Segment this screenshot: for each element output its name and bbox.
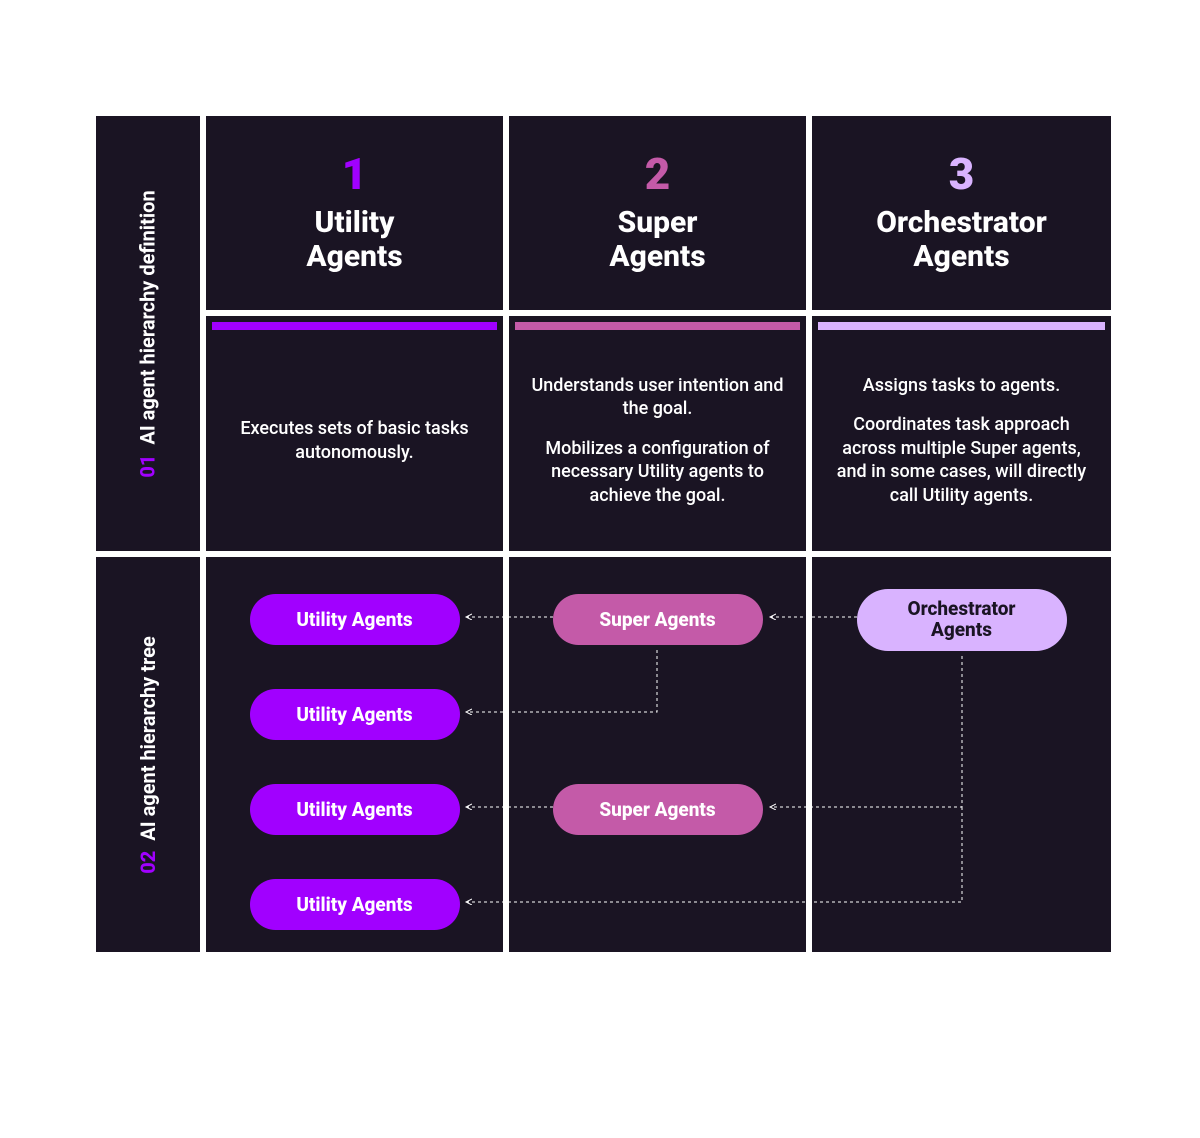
desc-text-2a: Understands user intention and the goal. [531, 374, 784, 421]
section-number-01: 01 [136, 454, 160, 477]
accent-bar-3 [818, 322, 1105, 330]
accent-bar-1 [212, 322, 497, 330]
desc-text-3b: Coordinates task approach across multipl… [834, 413, 1089, 507]
diagram-canvas: 01 AI agent hierarchy definition 1 Utili… [0, 0, 1200, 1138]
col-number-3: 3 [949, 152, 975, 196]
header-col-2: 2 Super Agents [506, 113, 809, 313]
col-number-2: 2 [645, 152, 671, 196]
col-number-1: 1 [342, 152, 368, 196]
desc-col-2: Understands user intention and the goal.… [506, 313, 809, 554]
section-label-01: AI agent hierarchy definition [136, 190, 160, 444]
col-title-1: Utility Agents [306, 206, 402, 275]
pill-utility-2: Utility Agents [250, 689, 460, 740]
tree-col-super: Super Agents Super Agents [506, 554, 809, 955]
section-label-02: AI agent hierarchy tree [136, 636, 160, 840]
col-title-2: Super Agents [609, 206, 705, 275]
pill-utility-4: Utility Agents [250, 879, 460, 930]
diagram-grid: 01 AI agent hierarchy definition 1 Utili… [93, 113, 1115, 955]
col-title-3: Orchestrator Agents [876, 206, 1047, 275]
desc-col-3: Assigns tasks to agents. Coordinates tas… [809, 313, 1114, 554]
accent-bar-2 [515, 322, 800, 330]
pill-utility-3: Utility Agents [250, 784, 460, 835]
pill-orchestrator: OrchestratorAgents [857, 589, 1067, 651]
pill-super-2: Super Agents [553, 784, 763, 835]
tree-col-orchestrator: OrchestratorAgents [809, 554, 1114, 955]
sidebar-section-02: 02 AI agent hierarchy tree [93, 554, 203, 955]
section-number-02: 02 [136, 850, 160, 873]
header-col-1: 1 Utility Agents [203, 113, 506, 313]
header-col-3: 3 Orchestrator Agents [809, 113, 1114, 313]
desc-text-2b: Mobilizes a configuration of necessary U… [531, 437, 784, 507]
pill-super-1: Super Agents [553, 594, 763, 645]
pill-utility-1: Utility Agents [250, 594, 460, 645]
sidebar-section-01: 01 AI agent hierarchy definition [93, 113, 203, 554]
tree-col-utility: Utility Agents Utility Agents Utility Ag… [203, 554, 506, 955]
desc-col-1: Executes sets of basic tasks autonomousl… [203, 313, 506, 554]
desc-text-3a: Assigns tasks to agents. [863, 374, 1060, 397]
desc-text-1a: Executes sets of basic tasks autonomousl… [228, 417, 481, 464]
